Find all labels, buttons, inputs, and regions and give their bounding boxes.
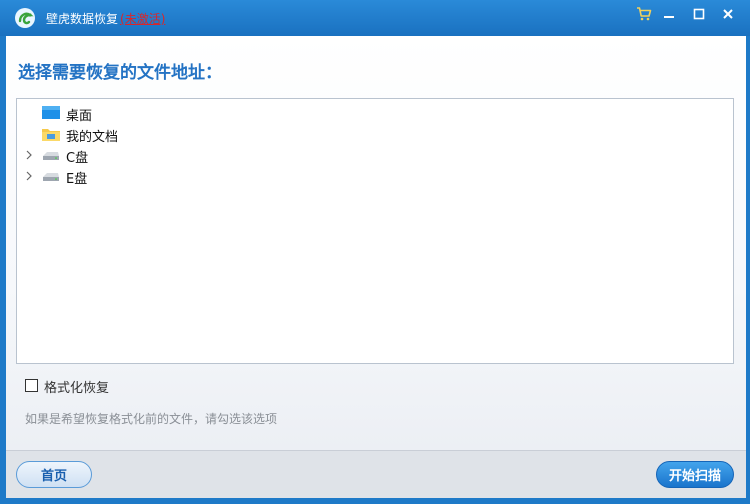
main-panel: 选择需要恢复的文件地址： 桌面 我的文档 C盘 E盘 格式化恢复 如果是希望恢复… [6,36,746,450]
tree-item-desktop[interactable]: 桌面 [17,103,733,124]
drive-icon [43,152,59,160]
tree-item-drive-e[interactable]: E盘 [17,166,733,187]
tree-item-label: E盘 [66,172,88,187]
minimize-button[interactable] [658,4,680,24]
tree-item-label: C盘 [66,151,89,166]
title-bar[interactable]: 壁虎数据恢复 (未激活) [0,0,750,36]
chevron-right-icon [26,150,32,160]
app-name: 壁虎数据恢复 [46,12,119,26]
app-title: 壁虎数据恢复 (未激活) [46,10,165,27]
format-recovery-label[interactable]: 格式化恢复 [44,377,109,396]
start-scan-button[interactable]: 开始扫描 [656,461,734,488]
drive-icon [43,173,59,181]
format-recovery-hint: 如果是希望恢复格式化前的文件，请勾选该选项 [25,412,278,426]
cart-button[interactable] [633,4,655,24]
format-recovery-checkbox[interactable] [25,379,38,392]
expand-button[interactable] [23,168,35,184]
expand-button[interactable] [23,147,35,163]
close-button[interactable] [717,4,739,24]
page-title: 选择需要恢复的文件地址： [18,63,222,83]
tree-item-label: 桌面 [66,109,93,124]
tree-item-drive-c[interactable]: C盘 [17,145,733,166]
desktop-icon [42,106,60,119]
maximize-button[interactable] [688,4,710,24]
cart-icon [637,7,652,21]
app-window: 壁虎数据恢复 (未激活) 选择需要恢复的文件地址： 桌面 我的文档 C盘 E盘 … [0,0,750,504]
folder-tree[interactable]: 桌面 我的文档 C盘 E盘 [16,98,734,364]
chevron-right-icon [26,171,32,181]
tree-item-label: 我的文档 [66,130,119,145]
footer-bar: 首页 开始扫描 [6,450,746,498]
activation-status-link[interactable]: (未激活) [120,12,165,26]
tree-item-documents[interactable]: 我的文档 [17,124,733,145]
close-icon [723,9,733,19]
minimize-icon [664,16,674,18]
home-button[interactable]: 首页 [16,461,92,488]
maximize-icon [693,8,705,20]
documents-folder-icon [42,129,60,141]
gecko-logo-icon [15,8,35,28]
